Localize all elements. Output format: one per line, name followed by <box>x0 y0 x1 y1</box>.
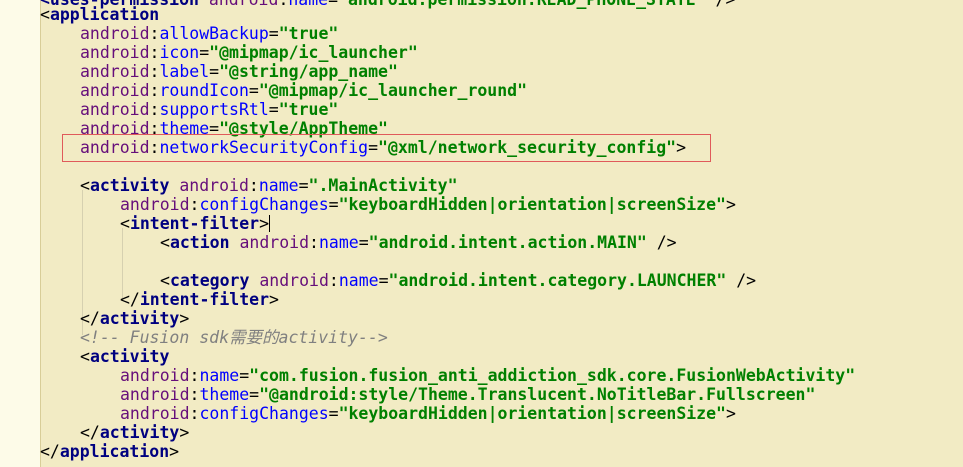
code-line-label: android:label="@string/app_name" <box>80 62 398 81</box>
code-line-comment: <!-- Fusion sdk需要的activity--> <box>80 328 388 347</box>
network-security-config-highlight-box <box>62 134 711 162</box>
code-line-application-close: </application> <box>40 442 180 461</box>
code-line-fusion-config-changes: android:configChanges="keyboardHidden|or… <box>120 404 736 423</box>
code-line-activity-close: </activity> <box>80 309 190 328</box>
code-line-action-main: <action android:name="android.intent.act… <box>160 233 677 252</box>
editor-gutter <box>0 0 40 467</box>
code-line-intent-filter-close: </intent-filter> <box>120 290 279 309</box>
code-line-application-open: <application <box>40 5 160 24</box>
code-line-allow-backup: android:allowBackup="true" <box>80 24 339 43</box>
code-line-fusion-theme: android:theme="@android:style/Theme.Tran… <box>120 385 816 404</box>
code-line-fusion-name: android:name="com.fusion.fusion_anti_add… <box>120 366 856 385</box>
code-line-supports-rtl: android:supportsRtl="true" <box>80 100 339 119</box>
code-line-activity-fusion-open: <activity <box>80 347 170 366</box>
code-line-config-changes: android:configChanges="keyboardHidden|or… <box>120 195 736 214</box>
block-border <box>40 0 41 467</box>
code-line-category-launcher: <category android:name="android.intent.c… <box>160 271 757 290</box>
code-editor[interactable]: <uses-permission android:name="android.p… <box>0 0 963 467</box>
code-line-activity-fusion-close: </activity> <box>80 423 190 442</box>
code-line-intent-filter-open: <intent-filter> <box>120 214 270 233</box>
code-line-icon: android:icon="@mipmap/ic_launcher" <box>80 43 418 62</box>
code-line-activity-main-open: <activity android:name=".MainActivity" <box>80 176 458 195</box>
code-line-round-icon: android:roundIcon="@mipmap/ic_launcher_r… <box>80 81 528 100</box>
indent-guide <box>122 228 123 298</box>
text-cursor <box>269 215 270 232</box>
